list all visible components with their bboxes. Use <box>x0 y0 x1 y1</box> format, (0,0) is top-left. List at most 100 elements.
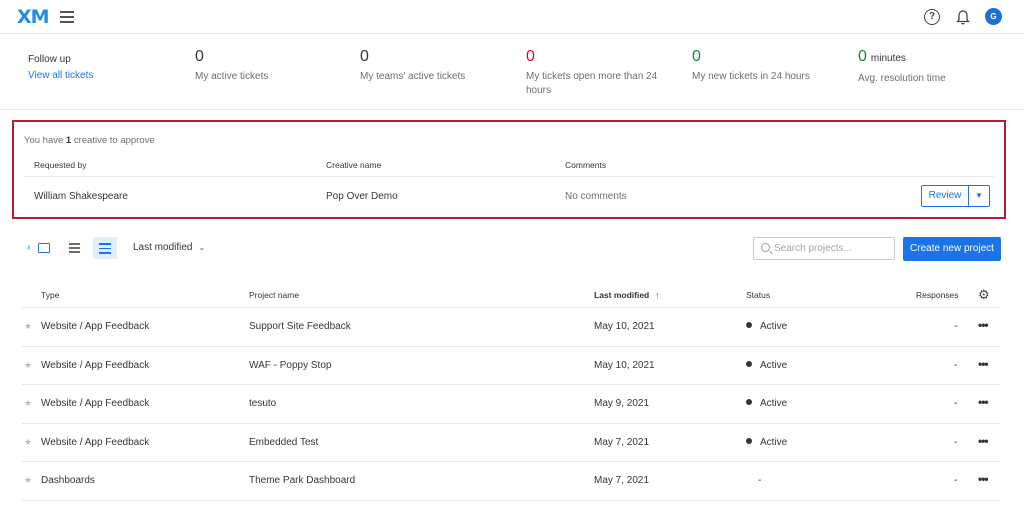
follow-up-title: Follow up <box>28 54 71 65</box>
status-dot <box>746 322 752 328</box>
review-split-button: Review ▼ <box>921 185 990 207</box>
approval-count: 1 <box>65 135 72 146</box>
type-cell: Website / App Feedback <box>41 321 150 332</box>
search-icon <box>761 243 770 252</box>
divider <box>24 176 994 177</box>
requested-by-value: William Shakespeare <box>34 191 128 202</box>
chevron-right-icon[interactable]: › <box>27 242 30 253</box>
chevron-down-icon[interactable]: ▼ <box>969 186 989 206</box>
more-options-icon[interactable]: ••• <box>978 434 989 448</box>
status-dot <box>746 360 752 367</box>
view-all-tickets-link[interactable]: View all tickets <box>28 70 93 81</box>
project-name-column-header[interactable]: Project name <box>249 290 299 300</box>
responses-column-header[interactable]: Responses <box>916 290 959 300</box>
type-cell: Website / App Feedback <box>41 359 150 371</box>
chevron-down-icon: ⌄ <box>198 243 206 252</box>
approval-message: You have 1 creative to approve <box>24 135 155 146</box>
more-options-icon[interactable]: ••• <box>978 318 989 332</box>
status-column-header[interactable]: Status <box>746 290 770 300</box>
responses-cell: - <box>954 321 958 332</box>
creative-name-value: Pop Over Demo <box>326 191 398 202</box>
last-modified-cell: May 7, 2021 <box>594 436 650 448</box>
responses-cell: - <box>954 398 958 409</box>
project-name-cell[interactable]: WAF - Poppy Stop <box>249 360 331 371</box>
type-cell: Dashboards <box>41 475 95 486</box>
stat-unit: minutes <box>870 53 906 64</box>
project-name-cell[interactable]: Embedded Test <box>249 437 318 448</box>
compact-view-icon[interactable] <box>69 243 80 254</box>
stat-label: My teams' active tickets <box>360 71 466 82</box>
stat-value: 0 minutes <box>858 48 906 65</box>
status-cell: Active <box>746 360 787 371</box>
table-header: Type Project name Last modified ↑ Status … <box>22 284 1001 308</box>
status-dot <box>746 399 752 405</box>
last-modified-column-header[interactable]: Last modified ↑ <box>594 290 660 300</box>
table-row[interactable]: ★ Website / App Feedback tesuto May 9, 2… <box>22 385 1001 424</box>
type-cell: Website / App Feedback <box>41 436 150 448</box>
comments-header: Comments <box>565 160 607 170</box>
review-button[interactable]: Review <box>922 186 969 206</box>
folder-icon[interactable] <box>38 243 50 253</box>
bell-icon[interactable] <box>955 9 971 26</box>
star-icon[interactable]: ★ <box>24 398 32 409</box>
last-modified-cell: May 7, 2021 <box>594 475 650 486</box>
create-new-project-button[interactable]: Create new project <box>903 237 1001 261</box>
ticket-stats: Follow up View all tickets 0 My active t… <box>0 35 1024 110</box>
project-name-cell[interactable]: Theme Park Dashboard <box>249 475 355 486</box>
type-column-header[interactable]: Type <box>41 290 59 300</box>
status-cell: Active <box>746 437 787 448</box>
project-name-cell[interactable]: Support Site Feedback <box>249 321 351 332</box>
stat-value: 0 <box>360 48 369 65</box>
stat-value: 0 <box>526 48 535 65</box>
help-icon[interactable]: ? <box>924 9 940 25</box>
star-icon[interactable]: ★ <box>24 475 32 486</box>
xm-logo[interactable]: XM <box>17 6 50 28</box>
more-options-icon[interactable]: ••• <box>978 395 989 409</box>
search-input[interactable] <box>774 240 892 257</box>
list-view-icon[interactable] <box>93 237 117 259</box>
requested-by-header: Requested by <box>34 160 87 170</box>
gear-icon[interactable]: ⚙ <box>978 287 990 303</box>
stat-open-24h: 0 My tickets open more than 24 hours <box>526 48 666 98</box>
stat-avg-resolution: 0 minutes Avg. resolution time <box>858 48 1008 86</box>
sort-dropdown[interactable]: Last modified ⌄ <box>133 242 205 253</box>
stat-label: My tickets open more than 24 hours <box>526 71 658 96</box>
responses-cell: - <box>954 475 958 486</box>
table-row[interactable]: ★ Website / App Feedback Support Site Fe… <box>22 308 1001 347</box>
status-cell: - <box>758 475 762 486</box>
responses-cell: - <box>954 436 958 448</box>
stat-value: 0 <box>692 48 701 65</box>
stat-label: Avg. resolution time <box>858 73 946 84</box>
stat-my-active: 0 My active tickets <box>195 48 345 84</box>
responses-cell: - <box>954 359 958 371</box>
last-modified-cell: May 9, 2021 <box>594 398 650 409</box>
star-icon[interactable]: ★ <box>24 360 32 371</box>
star-icon[interactable]: ★ <box>24 437 32 448</box>
last-modified-cell: May 10, 2021 <box>594 321 655 332</box>
top-bar: XM ? G <box>0 0 1024 34</box>
stat-value: 0 <box>195 48 204 65</box>
projects-toolbar: › Last modified⌄ Create new project <box>0 236 1024 262</box>
project-name-cell[interactable]: tesuto <box>249 398 276 409</box>
more-options-icon[interactable]: ••• <box>978 472 989 486</box>
stat-new-24h: 0 My new tickets in 24 hours <box>692 48 842 84</box>
stat-team-active: 0 My teams' active tickets <box>360 48 510 84</box>
type-cell: Website / App Feedback <box>41 398 150 409</box>
search-box <box>753 237 895 260</box>
status-cell: Active <box>746 398 787 409</box>
creative-approval-panel: You have 1 creative to approve Requested… <box>12 120 1006 219</box>
status-cell: Active <box>746 321 787 332</box>
follow-up: Follow up View all tickets <box>28 54 93 81</box>
creative-name-header: Creative name <box>326 160 382 170</box>
projects-table: Type Project name Last modified ↑ Status … <box>22 284 1001 501</box>
avatar[interactable]: G <box>985 8 1002 25</box>
table-row[interactable]: ★ Website / App Feedback Embedded Test M… <box>22 424 1001 462</box>
stat-label: My new tickets in 24 hours <box>692 71 810 82</box>
menu-icon[interactable] <box>60 11 74 23</box>
star-icon[interactable]: ★ <box>24 321 32 332</box>
stat-label: My active tickets <box>195 71 269 82</box>
status-dot <box>746 437 752 444</box>
table-row[interactable]: ★ Dashboards Theme Park Dashboard May 7,… <box>22 462 1001 501</box>
table-row[interactable]: ★ Website / App Feedback WAF - Poppy Sto… <box>22 347 1001 385</box>
more-options-icon[interactable]: ••• <box>978 357 989 371</box>
